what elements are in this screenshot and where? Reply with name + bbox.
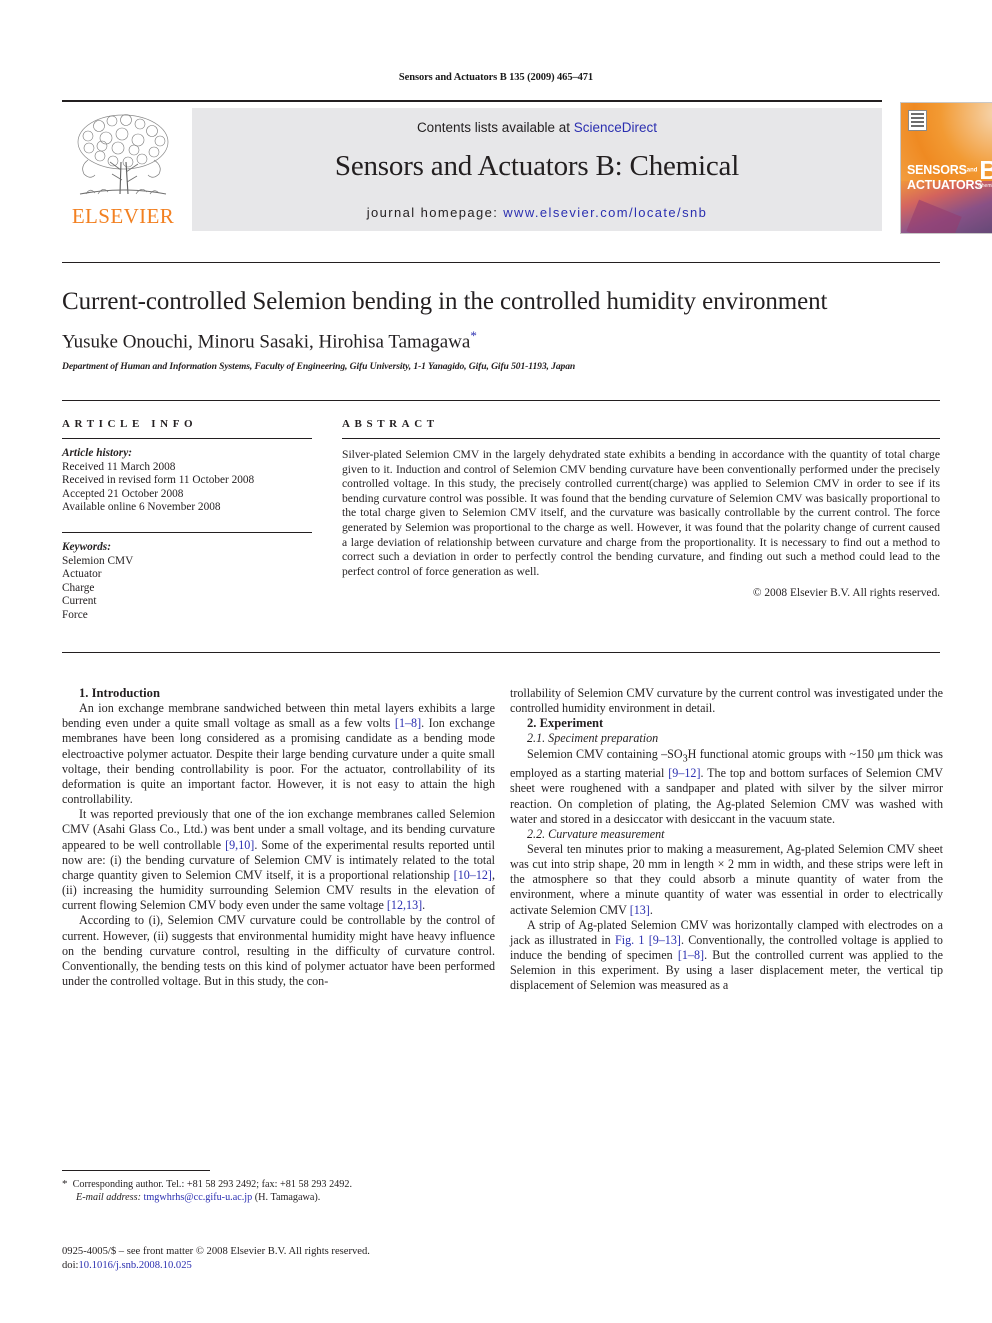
citation-ref[interactable]: [1–8] bbox=[395, 716, 421, 730]
keywords-block: Keywords: Selemion CMV Actuator Charge C… bbox=[62, 541, 312, 623]
journal-cover-thumbnail: SENSORSand ACTUATORS B Chemical bbox=[900, 102, 992, 234]
abstract-rule bbox=[342, 438, 940, 439]
history-item: Available online 6 November 2008 bbox=[62, 501, 221, 514]
figure-ref[interactable]: Fig. 1 bbox=[615, 933, 644, 947]
history-item: Accepted 21 October 2008 bbox=[62, 487, 184, 500]
running-head: Sensors and Actuators B 135 (2009) 465–4… bbox=[398, 72, 594, 83]
cover-letter-b: B bbox=[979, 157, 992, 183]
keyword-item: Current bbox=[62, 595, 97, 608]
keyword-item: Selemion CMV bbox=[62, 554, 134, 567]
journal-title: Sensors and Actuators B: Chemical bbox=[334, 150, 740, 182]
elsevier-wordmark: ELSEVIER bbox=[71, 204, 175, 228]
intro-paragraph-2: It was reported previously that one of t… bbox=[62, 807, 495, 913]
elsevier-tree-icon bbox=[66, 110, 180, 202]
cover-line2: ACTUATORS bbox=[907, 177, 983, 192]
cover-subtitle: Chemical bbox=[978, 183, 992, 189]
journal-banner: Contents lists available at ScienceDirec… bbox=[192, 108, 882, 231]
citation-ref[interactable]: [13] bbox=[630, 903, 650, 917]
experiment-paragraph-3: A strip of Ag-plated Selemion CMV was ho… bbox=[510, 918, 943, 994]
affiliation: Department of Human and Information Syst… bbox=[62, 361, 576, 372]
info-top-rule bbox=[62, 400, 940, 401]
author-list: Yusuke Onouchi, Minoru Sasaki, Hirohisa … bbox=[62, 328, 940, 353]
elsevier-logo: ELSEVIER bbox=[62, 108, 184, 230]
issn-line: 0925-4005/$ – see front matter © 2008 El… bbox=[62, 1246, 370, 1257]
history-item: Received 11 March 2008 bbox=[62, 460, 176, 473]
abstract-text: Silver-plated Selemion CMV in the largel… bbox=[342, 448, 940, 578]
article-info-rule bbox=[62, 438, 312, 439]
homepage-label: journal homepage: bbox=[366, 205, 504, 220]
keywords-label: Keywords: bbox=[62, 540, 111, 553]
article-info-column: ARTICLE INFO Article history: Received 1… bbox=[62, 418, 312, 623]
title-top-rule bbox=[62, 262, 940, 263]
cover-line1: SENSORS bbox=[907, 163, 967, 177]
experiment-paragraph-1: Selemion CMV containing –SO3H functional… bbox=[510, 747, 943, 827]
doi-link[interactable]: 10.1016/j.snb.2008.10.025 bbox=[78, 1260, 191, 1271]
text-run: Selemion CMV containing –SO bbox=[527, 746, 683, 761]
citation-ref[interactable]: [1–8] bbox=[678, 948, 704, 962]
footnote-block: * Corresponding author. Tel.: +81 58 293… bbox=[62, 1178, 495, 1204]
text-run: . bbox=[649, 902, 653, 917]
body-column-right: trollability of Selemion CMV curvature b… bbox=[510, 686, 943, 994]
experiment-paragraph-2: Several ten minutes prior to making a me… bbox=[510, 842, 943, 918]
elsevier-mark-icon bbox=[908, 110, 927, 131]
article-history: Article history: Received 11 March 2008 … bbox=[62, 447, 312, 515]
journal-masthead: ELSEVIER Contents lists available at Sci… bbox=[62, 100, 992, 234]
text-run: Several ten minutes prior to making a me… bbox=[510, 841, 943, 917]
info-bottom-rule bbox=[62, 652, 940, 653]
article-history-label: Article history: bbox=[62, 447, 132, 459]
section-heading-introduction: 1. Introduction bbox=[79, 686, 160, 700]
copyright-line: © 2008 Elsevier B.V. All rights reserved… bbox=[752, 587, 940, 600]
paper-page: Sensors and Actuators B 135 (2009) 465–4… bbox=[0, 0, 992, 1323]
cover-title-text: SENSORSand ACTUATORS bbox=[907, 163, 983, 192]
corresponding-author-note: * Corresponding author. Tel.: +81 58 293… bbox=[62, 1178, 495, 1191]
issn-block: 0925-4005/$ – see front matter © 2008 El… bbox=[62, 1245, 522, 1272]
intro-paragraph-3: According to (i), Selemion CMV curvature… bbox=[62, 913, 495, 988]
subsection-heading-speciment-preparation: 2.1. Speciment preparation bbox=[527, 731, 659, 746]
email-label: E-mail address: bbox=[76, 1192, 141, 1203]
keywords-rule bbox=[62, 531, 312, 533]
body-column-left: 1. Introduction An ion exchange membrane… bbox=[62, 686, 495, 989]
email-owner: (H. Tamagawa). bbox=[254, 1192, 321, 1203]
subsection-heading-curvature-measurement: 2.2. Curvature measurement bbox=[527, 826, 665, 841]
journal-homepage-line: journal homepage: www.elsevier.com/locat… bbox=[192, 205, 882, 220]
contents-lists-line: Contents lists available at ScienceDirec… bbox=[192, 120, 882, 135]
doi-line: doi:10.1016/j.snb.2008.10.025 bbox=[62, 1259, 522, 1273]
corresponding-author-marker: * bbox=[470, 328, 477, 343]
citation-ref[interactable]: [9–13] bbox=[649, 933, 681, 947]
keyword-item: Force bbox=[62, 608, 88, 621]
email-link[interactable]: tmgwhrhs@cc.gifu-u.ac.jp bbox=[144, 1192, 253, 1203]
section-heading-experiment: 2. Experiment bbox=[527, 716, 604, 731]
masthead-top-rule bbox=[62, 100, 882, 102]
abstract-column: ABSTRACT Silver-plated Selemion CMV in t… bbox=[342, 418, 940, 599]
history-item: Received in revised form 11 October 2008 bbox=[62, 474, 255, 487]
citation-ref[interactable]: [9–12] bbox=[668, 766, 700, 780]
contents-lists-prefix: Contents lists available at bbox=[416, 120, 574, 135]
email-note: E-mail address: tmgwhrhs@cc.gifu-u.ac.jp… bbox=[62, 1191, 495, 1204]
intro-continuation: trollability of Selemion CMV curvature b… bbox=[510, 686, 943, 716]
keyword-item: Charge bbox=[62, 581, 95, 594]
doi-label: doi: bbox=[62, 1259, 79, 1271]
footnote-rule bbox=[62, 1170, 210, 1171]
sciencedirect-link[interactable]: ScienceDirect bbox=[574, 120, 657, 135]
intro-paragraph-1: An ion exchange membrane sandwiched betw… bbox=[62, 701, 495, 807]
citation-ref[interactable]: [9,10] bbox=[225, 838, 254, 852]
corresponding-author-text: Corresponding author. Tel.: +81 58 293 2… bbox=[72, 1179, 352, 1190]
article-info-heading: ARTICLE INFO bbox=[62, 418, 198, 430]
footnote-star-marker: * bbox=[62, 1178, 68, 1190]
keyword-item: Actuator bbox=[62, 568, 102, 581]
page-title: Current-controlled Selemion bending in t… bbox=[62, 288, 828, 315]
author-names: Yusuke Onouchi, Minoru Sasaki, Hirohisa … bbox=[62, 331, 471, 353]
citation-ref[interactable]: [12,13] bbox=[387, 898, 422, 912]
abstract-heading: ABSTRACT bbox=[342, 418, 439, 430]
homepage-url-link[interactable]: www.elsevier.com/locate/snb bbox=[503, 205, 707, 220]
text-run: . bbox=[422, 898, 426, 913]
cover-and: and bbox=[966, 167, 978, 174]
citation-ref[interactable]: [10–12] bbox=[454, 868, 492, 882]
